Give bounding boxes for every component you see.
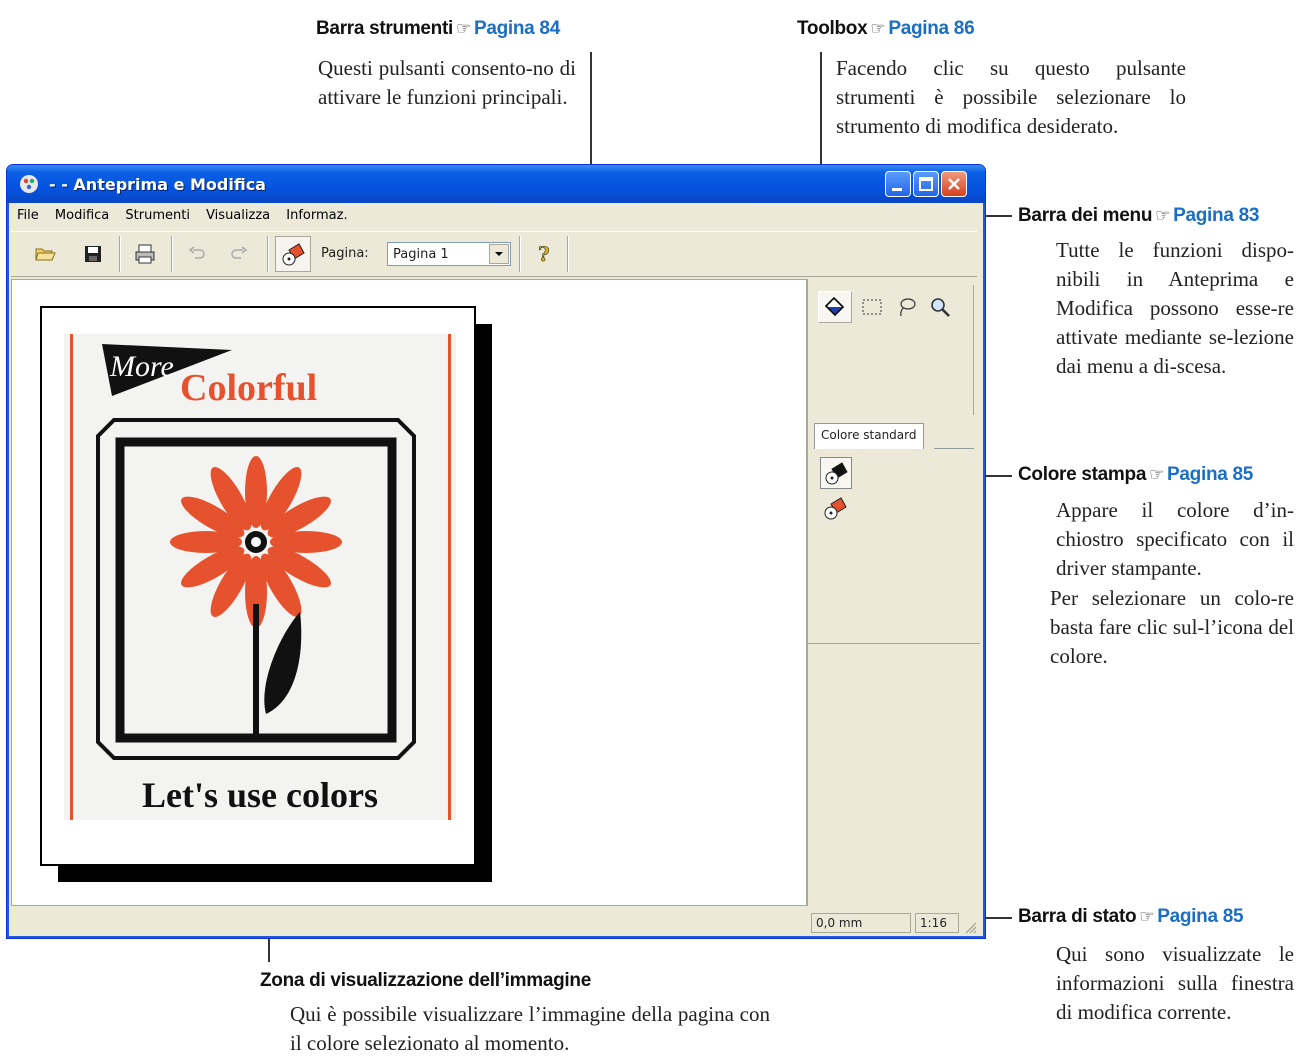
toolbox	[814, 285, 974, 415]
menubar-callout-heading: Barra dei menu ☞ Pagina 83	[1018, 205, 1259, 227]
toolbar-separator	[267, 236, 269, 272]
page-select-value: Pagina 1	[393, 247, 449, 262]
side-panel: Colore standard	[807, 279, 980, 906]
rectangle-select-icon[interactable]	[860, 295, 884, 319]
menu-bar: File Modifica Strumenti Visualizza Infor…	[11, 203, 977, 229]
hand-pointer-icon: ☞	[1149, 465, 1165, 484]
status-position: 0,0 mm	[811, 913, 911, 933]
toolbox-callout-ref: Pagina 86	[888, 18, 975, 39]
close-button[interactable]	[941, 171, 967, 197]
statusbar-callout-heading: Barra di stato ☞ Pagina 85	[1018, 906, 1244, 928]
toolbox-callout-heading: Toolbox ☞ Pagina 86	[797, 18, 975, 40]
menubar-callout-title: Barra dei menu	[1018, 205, 1153, 226]
help-icon[interactable]: ?	[531, 242, 555, 266]
printcolor-callout-ref: Pagina 85	[1167, 464, 1254, 485]
menu-file[interactable]: File	[11, 203, 45, 223]
viewarea-callout-heading: Zona di visualizzazione dell’immagine	[260, 970, 591, 992]
toolbar-separator	[119, 236, 121, 272]
title-bar[interactable]: - - Anteprima e Modifica	[7, 165, 985, 203]
ink-cartridge-icon	[282, 243, 305, 266]
hand-pointer-icon: ☞	[1155, 206, 1171, 225]
paint-bucket-icon	[824, 296, 845, 317]
printcolor-callout-text-2: Per selezionare un colo-re basta fare cl…	[1050, 586, 1294, 668]
menu-strumenti[interactable]: Strumenti	[119, 203, 196, 223]
color-toggle-button[interactable]	[275, 236, 311, 272]
dropdown-arrow-button[interactable]	[489, 244, 509, 264]
close-icon	[948, 178, 960, 190]
black-ink-button[interactable]	[820, 457, 852, 489]
poster-more-text: More	[110, 350, 174, 383]
toolbox-callout-text: Facendo clic su questo pulsante strument…	[836, 56, 1186, 138]
page-label: Pagina:	[321, 246, 369, 261]
toolbox-callout-title: Toolbox	[797, 18, 868, 39]
flower-illustration	[96, 418, 416, 760]
chevron-down-icon	[495, 252, 503, 256]
hand-pointer-icon: ☞	[456, 19, 471, 38]
window-title: - - Anteprima e Modifica	[49, 175, 266, 194]
tab-colore-standard[interactable]: Colore standard	[814, 423, 924, 449]
zoom-icon[interactable]	[928, 295, 952, 319]
menubar-callout-ref: Pagina 83	[1173, 205, 1260, 226]
lasso-icon[interactable]	[894, 295, 918, 319]
toolbar-separator	[519, 236, 521, 272]
poster-left-rule	[70, 334, 73, 820]
status-zoom: 1:16	[915, 913, 959, 933]
fill-tool-button[interactable]	[818, 291, 852, 323]
printcolor-callout-title: Colore stampa	[1018, 464, 1147, 485]
menu-modifica[interactable]: Modifica	[49, 203, 115, 223]
tab-strip-line	[934, 448, 974, 449]
app-icon	[20, 175, 38, 193]
toolbar-callout-text: Questi pulsanti consento-no di attivare …	[318, 56, 576, 109]
red-ink-cartridge-icon	[824, 497, 847, 520]
toolbar-callout-heading: Barra strumenti ☞ Pagina 84	[316, 18, 560, 40]
toolbar-callout-title: Barra strumenti	[316, 18, 453, 39]
statusbar-callout-text: Qui sono visualizzate le informazioni su…	[1056, 942, 1294, 1024]
statusbar-leader-line	[984, 917, 1012, 919]
menubar-callout-text: Tutte le funzioni dispo-nibili in Antepr…	[1056, 238, 1294, 378]
print-icon[interactable]	[133, 242, 157, 266]
toolbar-callout-ref: Pagina 84	[473, 18, 560, 39]
toolbar-separator	[171, 236, 173, 272]
maximize-button[interactable]	[913, 171, 939, 197]
panel-divider	[808, 643, 980, 644]
statusbar-callout-ref: Pagina 85	[1157, 906, 1244, 927]
svg-text:?: ?	[538, 242, 550, 266]
hand-pointer-icon: ☞	[870, 19, 886, 38]
toolbar: Pagina: Pagina 1 ?	[11, 231, 977, 277]
redo-icon[interactable]	[227, 242, 251, 266]
poster-right-rule	[448, 334, 451, 820]
save-icon[interactable]	[81, 242, 105, 266]
undo-icon[interactable]	[185, 242, 209, 266]
minimize-button[interactable]	[885, 171, 911, 197]
black-ink-cartridge-icon	[825, 462, 848, 485]
resize-grip-icon[interactable]	[963, 920, 977, 934]
poster-slogan: Let's use colors	[142, 775, 378, 815]
page-select[interactable]: Pagina 1	[387, 242, 511, 266]
poster-colorful-text: Colorful	[180, 367, 318, 409]
statusbar-callout-title: Barra di stato	[1018, 906, 1137, 927]
viewarea-callout-text: Qui è possibile visualizzare l’immagine …	[290, 1002, 770, 1055]
status-bar: 0,0 mm 1:16	[11, 910, 977, 936]
toolbar-separator	[567, 236, 569, 272]
hand-pointer-icon: ☞	[1139, 907, 1155, 926]
open-folder-icon[interactable]	[33, 242, 57, 266]
poster-preview: More Colorful Let's use colors	[40, 306, 476, 866]
printcolor-callout-text: Appare il colore d’in-chiostro specifica…	[1056, 498, 1294, 580]
menu-visualizza[interactable]: Visualizza	[200, 203, 276, 223]
menu-informaz[interactable]: Informaz.	[280, 203, 353, 223]
viewarea-callout-title: Zona di visualizzazione dell’immagine	[260, 970, 591, 991]
red-ink-button[interactable]	[820, 493, 852, 525]
printcolor-callout-heading: Colore stampa ☞ Pagina 85	[1018, 464, 1253, 486]
